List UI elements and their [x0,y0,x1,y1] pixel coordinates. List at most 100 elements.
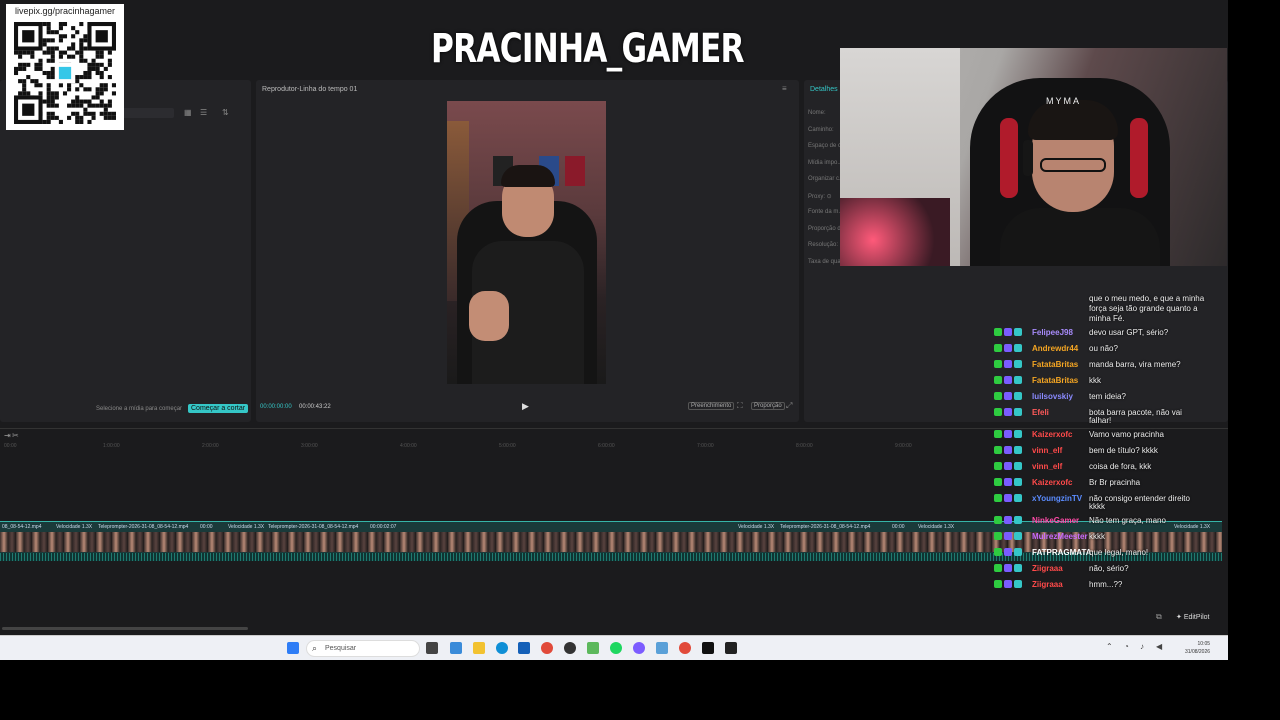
chat-badges [994,532,1026,542]
chat-username[interactable]: luilsovskiy [1032,391,1073,402]
timeline-scrollbar[interactable] [2,627,248,630]
streamer-title: PRACINHA_GAMER [431,26,745,72]
chat-username[interactable]: NinkeGamer [1032,515,1079,526]
media-panel: ▦ ☰ ⇅ Selecione a mídia para começar Com… [0,80,251,422]
clip-label: 00:00 [200,524,213,530]
chat-text: que legal, mano! [1089,548,1149,557]
play-button[interactable]: ▶ [522,401,529,412]
verified-badge-icon [1014,462,1022,470]
chat-badges [994,392,1026,402]
webcam-person-body [1000,208,1160,266]
chat-username[interactable]: Ziigraaa [1032,563,1063,574]
chat-username[interactable]: xYoungzinTV [1032,493,1082,504]
menu-icon[interactable]: ≡ [782,84,787,93]
chat-message: FatataBritas manda barra, vira meme? [990,358,1220,374]
chat-username[interactable]: FatataBritas [1032,359,1078,370]
captions-icon[interactable]: ⧉ [1156,612,1162,622]
obs-icon[interactable] [564,642,576,654]
task-view-icon[interactable] [426,642,438,654]
taskbar-search-input[interactable]: ⌕ Pesquisar [306,640,420,657]
sub-badge-icon [1004,360,1012,368]
filter-icon[interactable]: ⇅ [222,108,229,117]
prime-badge-icon [994,446,1002,454]
chat-username[interactable]: vinn_elf [1032,461,1062,472]
clip-label: Velocidade 1.3X [228,524,265,530]
ruler-tick: 00:00 [4,443,17,449]
ratio-button[interactable]: Proporção [751,402,785,410]
media-hint: Selecione a mídia para começar [96,406,183,412]
fill-button[interactable]: Preenchimento [688,402,735,410]
ruler-tick: 3:00:00 [301,443,318,449]
donation-qr-card: livepix.gg/pracinhagamer [6,4,124,130]
chat-username[interactable]: Andrewdr44 [1032,343,1078,354]
chat-username[interactable]: FatataBritas [1032,375,1078,386]
ruler-tick: 7:00:00 [697,443,714,449]
ruler-tick: 5:00:00 [499,443,516,449]
chat-text: ou não? [1089,344,1118,353]
chat-username[interactable]: MulrezMeester [1032,531,1088,542]
sub-badge-icon [1004,376,1012,384]
split-icon[interactable]: ⇥ [4,431,11,440]
chat-username[interactable]: Kaizerxofc [1032,477,1072,488]
verified-badge-icon [1014,580,1022,588]
capcut-icon[interactable] [702,642,714,654]
prime-badge-icon [994,408,1002,416]
start-cutting-button[interactable]: Começar a cortar [188,404,249,413]
prime-badge-icon [994,580,1002,588]
prime-badge-icon [994,462,1002,470]
grid-view-icon[interactable]: ▦ [184,108,192,117]
volume-icon[interactable]: ◀ [1156,642,1162,651]
qr-url-label: livepix.gg/pracinhagamer [14,6,116,16]
sub-badge-icon [1004,462,1012,470]
chat-username[interactable]: vinn_elf [1032,445,1062,456]
prime-badge-icon [994,516,1002,524]
verified-badge-icon [1014,392,1022,400]
detail-label: Nome: [808,110,826,116]
edge-icon[interactable] [496,642,508,654]
editpilot-button[interactable]: ✦ EditPilot [1176,613,1210,621]
file-explorer-icon[interactable] [473,642,485,654]
sub-badge-icon [1004,430,1012,438]
discord-icon[interactable] [633,642,645,654]
chrome-alt-icon[interactable] [679,642,691,654]
chat-message: Kaizerxofc Br Br pracinha [990,476,1220,492]
chat-badges [994,360,1026,370]
chat-username[interactable]: FelipeeJ98 [1032,327,1073,338]
network-icon[interactable]: ◔ [1124,642,1129,651]
chat-username[interactable]: FATPRAGMATA [1032,547,1092,558]
clip-label: Velocidade 1.3X [56,524,93,530]
notepad-icon[interactable] [656,642,668,654]
chrome-icon[interactable] [541,642,553,654]
chat-username[interactable]: Efeli [1032,407,1049,418]
webcam-feed: MYMA [840,48,1227,266]
detail-label: Proxy: ⊙ [808,193,832,200]
chat-message: Andrewdr44 ou não? [990,342,1220,358]
prime-badge-icon [994,392,1002,400]
chat-badges [994,580,1026,590]
chat-username[interactable]: Kaizerxofc [1032,429,1072,440]
store-icon[interactable] [518,642,530,654]
app-icon[interactable] [587,642,599,654]
clip-label: Teleprompter-2026-31-08_08-54-12.mp4 [268,524,359,530]
fullscreen-icon[interactable]: ⤢ [786,401,792,411]
verified-badge-icon [1014,376,1022,384]
mic-icon[interactable]: ♪ [1140,642,1144,651]
clip-label: Velocidade 1.3X [918,524,955,530]
list-view-icon[interactable]: ☰ [200,108,207,117]
sub-badge-icon [1004,408,1012,416]
windows-start-icon[interactable] [287,642,299,654]
webcam-chair-accent [1130,118,1148,198]
details-title: Detalhes [810,86,838,93]
chat-username[interactable]: Ziigraaa [1032,579,1063,590]
widgets-icon[interactable] [450,642,462,654]
taskbar-clock[interactable]: 10:05 31/08/2026 [1185,640,1210,656]
capcut-alt-icon[interactable] [725,642,737,654]
verified-badge-icon [1014,360,1022,368]
fit-icon[interactable]: ⛶ [737,401,743,411]
cut-icon[interactable]: ✂ [12,431,19,440]
video-preview [447,101,606,384]
chat-badges [994,446,1026,456]
tray-chevron-icon[interactable]: ⌃ [1106,642,1113,651]
prime-badge-icon [994,344,1002,352]
spotify-icon[interactable] [610,642,622,654]
